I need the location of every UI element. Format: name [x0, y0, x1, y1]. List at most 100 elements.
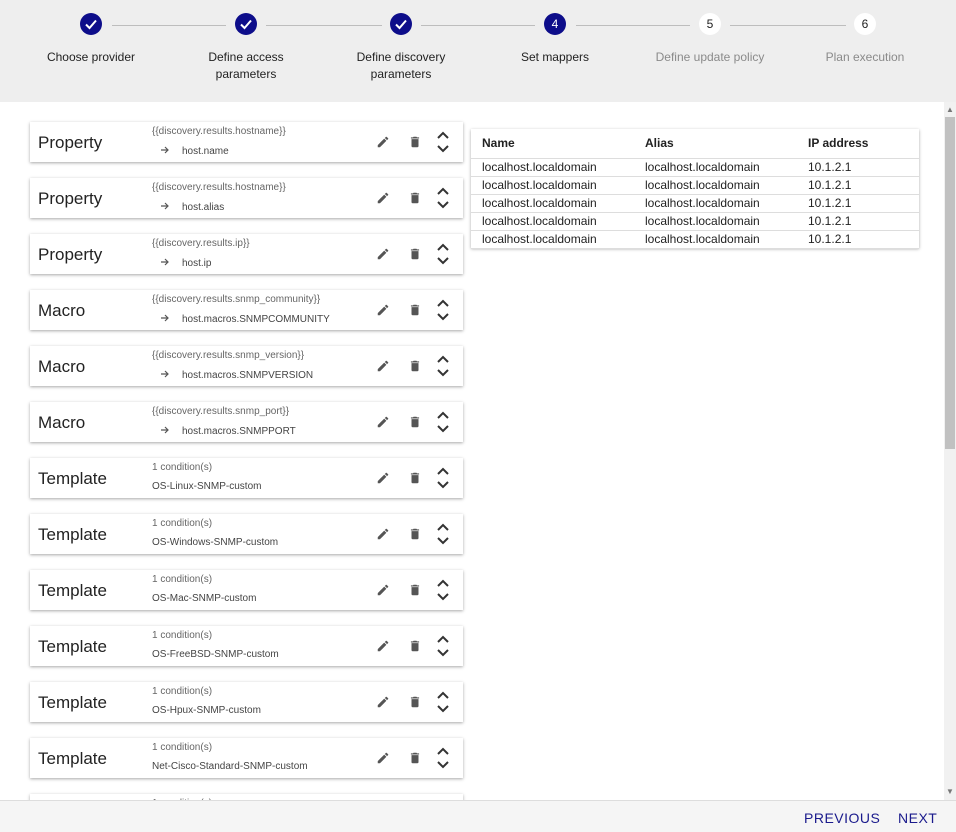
mapper-target-row: OS-Linux-SNMP-custom: [152, 481, 261, 492]
trash-icon[interactable]: [405, 132, 425, 152]
unfold-icon[interactable]: [433, 465, 453, 491]
trash-icon[interactable]: [405, 300, 425, 320]
scrollbar-thumb[interactable]: [945, 117, 955, 449]
mapper-target-row: host.macros.SNMPPORT: [152, 425, 296, 438]
mapper-card: Property {{discovery.results.hostname}} ho…: [30, 178, 463, 218]
table-cell: 10.1.2.1: [797, 194, 919, 213]
mapper-type: Macro: [38, 357, 86, 376]
mapper-source: {{discovery.results.hostname}}: [152, 182, 286, 193]
preview-table: Name Alias IP address localhost.localdom…: [471, 129, 919, 249]
arrow-right-icon: [160, 201, 172, 214]
unfold-icon[interactable]: [433, 745, 453, 771]
trash-icon[interactable]: [405, 524, 425, 544]
mapper-source: {{discovery.results.ip}}: [152, 238, 250, 249]
step-plan-execution[interactable]: 6 Plan execution: [790, 13, 940, 66]
unfold-icon[interactable]: [433, 129, 453, 155]
mapper-target-row: OS-Windows-SNMP-custom: [152, 537, 278, 548]
previous-button[interactable]: PREVIOUS: [804, 810, 880, 826]
mapper-target: host.macros.SNMPPORT: [182, 426, 296, 437]
pencil-icon[interactable]: [373, 636, 393, 656]
pencil-icon[interactable]: [373, 132, 393, 152]
mapper-type: Property: [38, 133, 103, 152]
mapper-card: Template 1 condition(s) OS-Hpux-SNMP-custo…: [30, 682, 463, 722]
trash-icon[interactable]: [405, 412, 425, 432]
mapper-target: host.macros.SNMPVERSION: [182, 370, 314, 381]
mapper-card: Macro {{discovery.results.snmp_port}} host…: [30, 402, 463, 442]
column-header-alias: Alias: [634, 129, 797, 159]
unfold-icon[interactable]: [433, 353, 453, 379]
mapper-card: Template 1 condition(s) OS-Mac-SNMP-custom: [30, 570, 463, 610]
check-icon: [235, 13, 257, 35]
mapper-target-row: host.ip: [152, 257, 211, 270]
unfold-icon[interactable]: [433, 409, 453, 435]
pencil-icon[interactable]: [373, 412, 393, 432]
column-header-ip: IP address: [797, 129, 919, 159]
trash-icon[interactable]: [405, 188, 425, 208]
pencil-icon[interactable]: [373, 580, 393, 600]
pencil-icon[interactable]: [373, 188, 393, 208]
table-header-row: Name Alias IP address: [471, 129, 919, 159]
table-cell: 10.1.2.1: [797, 158, 919, 177]
table-cell: localhost.localdomain: [634, 158, 797, 177]
mapper-type: Template: [38, 637, 107, 656]
scroll-down-arrow-icon[interactable]: ▼: [944, 786, 956, 798]
step-set-mappers[interactable]: 4 Set mappers: [480, 13, 630, 66]
step-label: Define access parameters: [208, 50, 284, 81]
pencil-icon[interactable]: [373, 300, 393, 320]
table-row: localhost.localdomain localhost.localdom…: [471, 158, 919, 177]
unfold-icon[interactable]: [433, 577, 453, 603]
mapper-type: Template: [38, 525, 107, 544]
next-button[interactable]: NEXT: [898, 810, 937, 826]
mapper-type: Template: [38, 581, 107, 600]
trash-icon[interactable]: [405, 636, 425, 656]
table-row: localhost.localdomain localhost.localdom…: [471, 176, 919, 195]
pencil-icon[interactable]: [373, 356, 393, 376]
unfold-icon[interactable]: [433, 633, 453, 659]
mapper-source: 1 condition(s): [152, 742, 213, 753]
trash-icon[interactable]: [405, 244, 425, 264]
pencil-icon[interactable]: [373, 524, 393, 544]
vertical-scrollbar[interactable]: ▲ ▼: [944, 102, 956, 800]
unfold-icon[interactable]: [433, 297, 453, 323]
mapper-target: host.alias: [182, 202, 225, 213]
step-choose-provider[interactable]: Choose provider: [16, 13, 166, 66]
table-row: localhost.localdomain localhost.localdom…: [471, 194, 919, 213]
step-label: Define update policy: [655, 50, 765, 64]
mapper-card: Property {{discovery.results.ip}} host.ip: [30, 234, 463, 274]
pencil-icon[interactable]: [373, 692, 393, 712]
table-row: localhost.localdomain localhost.localdom…: [471, 230, 919, 249]
mapper-source: {{discovery.results.hostname}}: [152, 126, 286, 137]
pencil-icon[interactable]: [373, 244, 393, 264]
table-cell: localhost.localdomain: [634, 176, 797, 195]
check-icon: [80, 13, 102, 35]
trash-icon[interactable]: [405, 356, 425, 376]
check-icon: [390, 13, 412, 35]
mapper-target-row: OS-Mac-SNMP-custom: [152, 593, 256, 604]
trash-icon[interactable]: [405, 580, 425, 600]
trash-icon[interactable]: [405, 692, 425, 712]
arrow-right-icon: [160, 257, 172, 270]
unfold-icon[interactable]: [433, 689, 453, 715]
unfold-icon[interactable]: [433, 521, 453, 547]
trash-icon[interactable]: [405, 748, 425, 768]
table-cell: localhost.localdomain: [634, 230, 797, 249]
mapper-target-row: host.name: [152, 145, 229, 158]
scroll-up-arrow-icon[interactable]: ▲: [944, 104, 956, 116]
pencil-icon[interactable]: [373, 468, 393, 488]
unfold-icon[interactable]: [433, 185, 453, 211]
mapper-card: Template 1 condition(s) OS-FreeBSD-SNMP-cu…: [30, 626, 463, 666]
table-cell: localhost.localdomain: [634, 194, 797, 213]
pencil-icon[interactable]: [373, 748, 393, 768]
unfold-icon[interactable]: [433, 241, 453, 267]
step-define-discovery-parameters[interactable]: Define discovery parameters: [326, 13, 476, 83]
table-cell: 10.1.2.1: [797, 212, 919, 231]
mapper-source: 1 condition(s): [152, 686, 213, 697]
table-cell: localhost.localdomain: [634, 212, 797, 231]
trash-icon[interactable]: [405, 468, 425, 488]
step-label: Define discovery parameters: [356, 50, 446, 81]
arrow-right-icon: [160, 313, 172, 326]
mapper-target: host.macros.SNMPCOMMUNITY: [182, 314, 330, 325]
step-define-update-policy[interactable]: 5 Define update policy: [635, 13, 785, 66]
mapper-card: Macro {{discovery.results.snmp_community}…: [30, 290, 463, 330]
step-define-access-parameters[interactable]: Define access parameters: [171, 13, 321, 83]
